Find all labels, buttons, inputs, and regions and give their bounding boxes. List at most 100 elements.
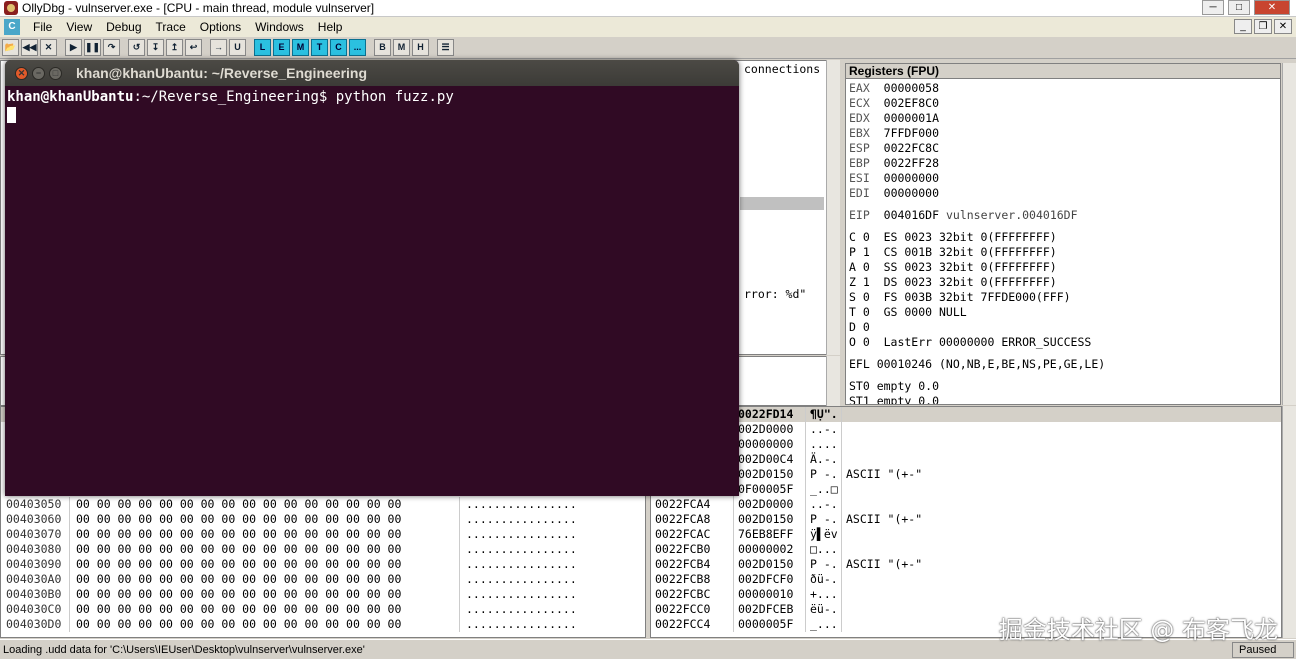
register-value[interactable]: 004016DF	[884, 208, 939, 222]
register-value[interactable]: 00000058	[884, 81, 939, 95]
register-row[interactable]: EBP 0022FF28	[849, 156, 1280, 171]
trace-into-icon[interactable]: ↧	[147, 39, 164, 56]
table-row[interactable]: 00403060 00 00 00 00 00 00 00 00 00 00 00…	[1, 512, 645, 527]
user-icon[interactable]: U	[229, 39, 246, 56]
breakpoints-button[interactable]: B	[374, 39, 391, 56]
flag-row[interactable]: P 1 CS 001B 32bit 0(FFFFFFFF)	[849, 245, 1280, 260]
table-row[interactable]: 004030D0 00 00 00 00 00 00 00 00 00 00 00…	[1, 617, 645, 632]
flag-row[interactable]: Z 1 DS 0023 32bit 0(FFFFFFFF)	[849, 275, 1280, 290]
menu-options[interactable]: Options	[193, 20, 248, 34]
register-row[interactable]: ECX 002EF8C0	[849, 96, 1280, 111]
memory-button[interactable]: M	[393, 39, 410, 56]
flag-row[interactable]: D 0	[849, 320, 1280, 335]
rewind-icon[interactable]: ◀◀	[21, 39, 38, 56]
disasm-scrollbar[interactable]	[826, 60, 840, 355]
table-row[interactable]: 004030B0 00 00 00 00 00 00 00 00 00 00 00…	[1, 587, 645, 602]
terminal-body[interactable]: khan@khanUbantu:~/Reverse_Engineering$ p…	[5, 86, 739, 126]
registers-scrollbar[interactable]	[1282, 63, 1296, 405]
efl-row[interactable]: EFL 00010246 (NO,NB,E,BE,NS,PE,GE,LE)	[849, 357, 1280, 372]
registers-header[interactable]: Registers (FPU)	[846, 64, 1280, 79]
mdi-minimize-button[interactable]: _	[1234, 19, 1252, 34]
dump-ascii: ................	[459, 572, 577, 587]
register-row[interactable]: EAX 00000058	[849, 81, 1280, 96]
more-windows-button[interactable]: ...	[349, 39, 366, 56]
terminal-window[interactable]: ✕ − □ khan@khanUbantu: ~/Reverse_Enginee…	[5, 60, 739, 496]
register-value[interactable]: 7FFDF000	[884, 126, 939, 140]
table-row[interactable]: 004030A0 00 00 00 00 00 00 00 00 00 00 00…	[1, 572, 645, 587]
stack-scrollbar[interactable]	[1282, 406, 1296, 638]
register-value[interactable]: 00000000	[884, 171, 939, 185]
run-icon[interactable]: ▶	[65, 39, 82, 56]
table-row[interactable]: 00403080 00 00 00 00 00 00 00 00 00 00 00…	[1, 542, 645, 557]
goto-icon[interactable]: →	[210, 39, 227, 56]
handles-button[interactable]: H	[412, 39, 429, 56]
register-row[interactable]: EDX 0000001A	[849, 111, 1280, 126]
info-scrollbar[interactable]	[826, 356, 840, 406]
threads-button[interactable]: T	[311, 39, 328, 56]
table-row[interactable]: 00403070 00 00 00 00 00 00 00 00 00 00 00…	[1, 527, 645, 542]
table-row[interactable]: 00000000....	[651, 437, 1281, 452]
flag-row[interactable]: O 0 LastErr 00000000 ERROR_SUCCESS	[849, 335, 1280, 350]
close-window-button[interactable]: ✕	[1254, 0, 1290, 15]
terminal-close-icon[interactable]: ✕	[15, 66, 28, 80]
flag-row[interactable]: T 0 GS 0000 NULL	[849, 305, 1280, 320]
register-row-eip[interactable]: EIP 004016DF vulnserver.004016DF	[849, 208, 1280, 223]
memory-map-button[interactable]: M	[292, 39, 309, 56]
menu-view[interactable]: View	[59, 20, 99, 34]
registers-pane[interactable]: Registers (FPU) EAX 00000058 ECX 002EF8C0…	[845, 63, 1281, 405]
register-row[interactable]: EDI 00000000	[849, 186, 1280, 201]
register-row[interactable]: ESP 0022FC8C	[849, 141, 1280, 156]
close-icon[interactable]: ✕	[40, 39, 57, 56]
register-value[interactable]: 0000001A	[884, 111, 939, 125]
open-icon[interactable]: 📂	[2, 39, 19, 56]
flag-row[interactable]: A 0 SS 0023 32bit 0(FFFFFFFF)	[849, 260, 1280, 275]
flag-row[interactable]: C 0 ES 0023 32bit 0(FFFFFFFF)	[849, 230, 1280, 245]
register-value[interactable]: 0022FF28	[884, 156, 939, 170]
register-row[interactable]: EBX 7FFDF000	[849, 126, 1280, 141]
cpu-button[interactable]: C	[330, 39, 347, 56]
table-row[interactable]: 0022FCB0 00000002 □...	[651, 542, 1281, 557]
menu-file[interactable]: File	[26, 20, 59, 34]
cpu-window-icon[interactable]: C	[4, 19, 20, 35]
flag-row[interactable]: S 0 FS 003B 32bit 7FFDE000(FFF)	[849, 290, 1280, 305]
pause-icon[interactable]: ❚❚	[84, 39, 101, 56]
register-row[interactable]: ESI 00000000	[849, 171, 1280, 186]
register-value[interactable]: 002EF8C0	[884, 96, 939, 110]
fpu-row[interactable]: ST1 empty 0.0	[849, 394, 1280, 404]
list-icon[interactable]: ☰	[437, 39, 454, 56]
table-row[interactable]: 00403050 00 00 00 00 00 00 00 00 00 00 00…	[1, 497, 645, 512]
step-into-icon[interactable]: ↷	[103, 39, 120, 56]
table-row[interactable]: 0022FCB4 002D0150 P -. ASCII "(+-"	[651, 557, 1281, 572]
execute-till-return-icon[interactable]: ↩	[185, 39, 202, 56]
table-row[interactable]: 0022FCB8 002DFCF0 ðü-.	[651, 572, 1281, 587]
table-row[interactable]: 0022FCBC 00000010 +...	[651, 587, 1281, 602]
terminal-maximize-icon[interactable]: □	[49, 66, 62, 80]
menu-trace[interactable]: Trace	[149, 20, 193, 34]
table-row[interactable]: 0022FCAC 76EB8EFF ÿ▌ëv	[651, 527, 1281, 542]
terminal-title-bar[interactable]: ✕ − □ khan@khanUbantu: ~/Reverse_Enginee…	[5, 60, 739, 86]
register-value[interactable]: 0022FC8C	[884, 141, 939, 155]
log-window-button[interactable]: L	[254, 39, 271, 56]
maximize-button[interactable]: □	[1228, 0, 1250, 15]
table-row[interactable]: 00403090 00 00 00 00 00 00 00 00 00 00 00…	[1, 557, 645, 572]
table-row[interactable]: 002D00C4 Ä.-.	[651, 452, 1281, 467]
register-value[interactable]: 00000000	[884, 186, 939, 200]
mdi-close-button[interactable]: ✕	[1274, 19, 1292, 34]
table-row[interactable]: 004030C0 00 00 00 00 00 00 00 00 00 00 00…	[1, 602, 645, 617]
menu-windows[interactable]: Windows	[248, 20, 311, 34]
executable-modules-button[interactable]: E	[273, 39, 290, 56]
trace-over-icon[interactable]: ↥	[166, 39, 183, 56]
menu-help[interactable]: Help	[311, 20, 350, 34]
table-row[interactable]: 002D0150 P -. ASCII "(+-"	[651, 467, 1281, 482]
table-row[interactable]: 002D0000 ..-.	[651, 422, 1281, 437]
mdi-restore-button[interactable]: ❐	[1254, 19, 1272, 34]
stack-pane[interactable]: 0022FD14 ¶Ụ". 002D0000 ..-. 00000000.... 002D…	[650, 406, 1282, 638]
table-row[interactable]: 0022FCA8 002D0150 P -. ASCII "(+-"	[651, 512, 1281, 527]
table-row[interactable]: 0022FCA4 002D0000 ..-.	[651, 497, 1281, 512]
menu-debug[interactable]: Debug	[99, 20, 148, 34]
minimize-button[interactable]: ─	[1202, 0, 1224, 15]
table-row[interactable]: 0F00005F _..□	[651, 482, 1281, 497]
fpu-row[interactable]: ST0 empty 0.0	[849, 379, 1280, 394]
terminal-minimize-icon[interactable]: −	[32, 66, 45, 80]
step-over-icon[interactable]: ↺	[128, 39, 145, 56]
